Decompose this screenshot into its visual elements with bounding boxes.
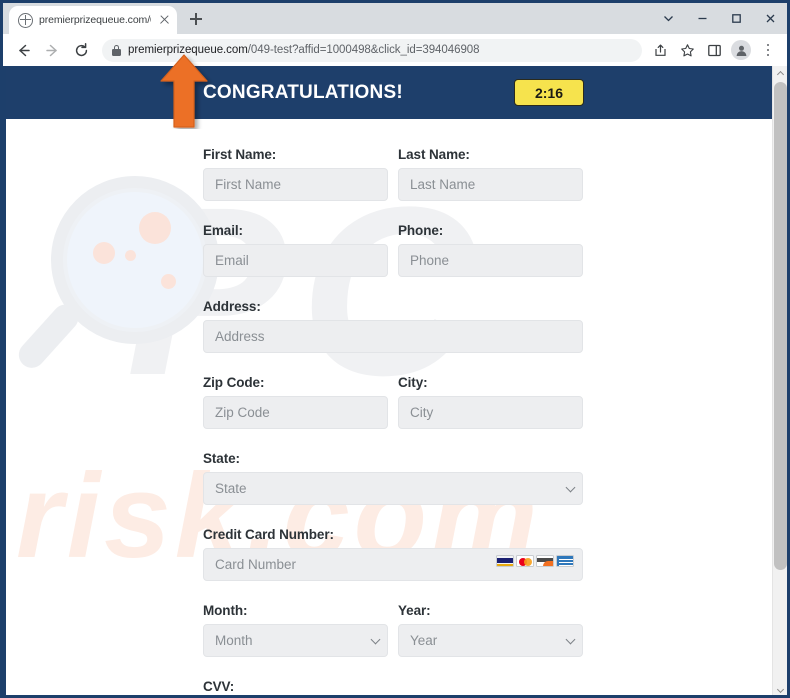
last-name-input[interactable] [398,168,583,201]
url-text: premierprizequeue.com/049-test?affid=100… [128,44,479,56]
first-name-input[interactable] [203,168,388,201]
label-expiry-year: Year: [398,603,431,618]
address-input[interactable] [203,320,583,353]
label-address: Address: [203,299,261,314]
star-icon[interactable] [674,37,700,63]
close-window-icon[interactable] [753,3,787,34]
label-expiry-month: Month: [203,603,248,618]
side-panel-icon[interactable] [701,37,727,63]
scroll-up-arrow-icon[interactable] [773,66,787,81]
site-banner: CONGRATULATIONS! 2:16 [6,66,772,119]
field-first-name: First Name: [203,147,388,201]
share-icon[interactable] [647,37,673,63]
page-viewport: PC risk.com CONGRATULATIONS! 2:16 First … [6,66,787,695]
field-expiry-year: Year: Year [398,603,583,657]
profile-avatar-icon[interactable] [728,37,754,63]
label-first-name: First Name: [203,147,277,162]
field-city: City: [398,375,583,429]
label-last-name: Last Name: [398,147,470,162]
tab-title: premierprizequeue.com/049-tes [39,14,151,26]
back-arrow-icon[interactable] [9,36,37,64]
three-dot-menu-icon[interactable] [755,37,781,63]
field-expiry-month: Month: Month [203,603,388,657]
address-bar[interactable]: premierprizequeue.com/049-test?affid=100… [102,38,642,62]
page-title: CONGRATULATIONS! [203,81,403,103]
browser-toolbar: premierprizequeue.com/049-test?affid=100… [3,34,787,66]
label-city: City: [398,375,428,390]
page-content: PC risk.com CONGRATULATIONS! 2:16 First … [6,66,772,695]
browser-window: premierprizequeue.com/049-tes [0,0,790,698]
field-address: Address: [203,299,583,353]
zip-code-input[interactable] [203,396,388,429]
minimize-icon[interactable] [685,3,719,34]
label-email: Email: [203,223,243,238]
label-cvv: CVV: [203,679,235,694]
credit-card-number-input[interactable] [203,548,583,581]
url-path: /049-test?affid=1000498&click_id=3940469… [247,44,480,56]
email-input[interactable] [203,244,388,277]
scrollbar-thumb[interactable] [774,82,787,570]
countdown-timer[interactable]: 2:16 [514,79,584,106]
state-select[interactable]: State [203,472,583,505]
field-state: State: State [203,451,583,505]
field-credit-card-number: Credit Card Number: [203,527,583,581]
page-scrollbar[interactable] [772,66,787,695]
expiry-month-select[interactable]: Month [203,624,388,657]
url-host: premierprizequeue.com [128,44,248,56]
field-phone: Phone: [398,223,583,277]
field-email: Email: [203,223,388,277]
window-controls [651,3,787,34]
close-icon[interactable] [157,13,171,27]
globe-icon [18,12,33,28]
label-phone: Phone: [398,223,444,238]
expiry-year-select[interactable]: Year [398,624,583,657]
city-input[interactable] [398,396,583,429]
new-tab-button[interactable] [185,8,207,30]
tab-search-chevron-down-icon[interactable] [651,3,685,34]
label-state: State: [203,451,240,466]
watermark-layer: PC risk.com [6,66,772,695]
field-cvv: CVV: [203,679,583,695]
browser-tab[interactable]: premierprizequeue.com/049-tes [9,6,177,34]
forward-arrow-icon[interactable] [38,36,66,64]
label-zip-code: Zip Code: [203,375,265,390]
field-last-name: Last Name: [398,147,583,201]
maximize-icon[interactable] [719,3,753,34]
field-zip-code: Zip Code: [203,375,388,429]
reload-icon[interactable] [67,36,95,64]
phone-input[interactable] [398,244,583,277]
scroll-down-arrow-icon[interactable] [773,683,787,695]
lock-icon [112,44,121,56]
label-credit-card-number: Credit Card Number: [203,527,334,542]
